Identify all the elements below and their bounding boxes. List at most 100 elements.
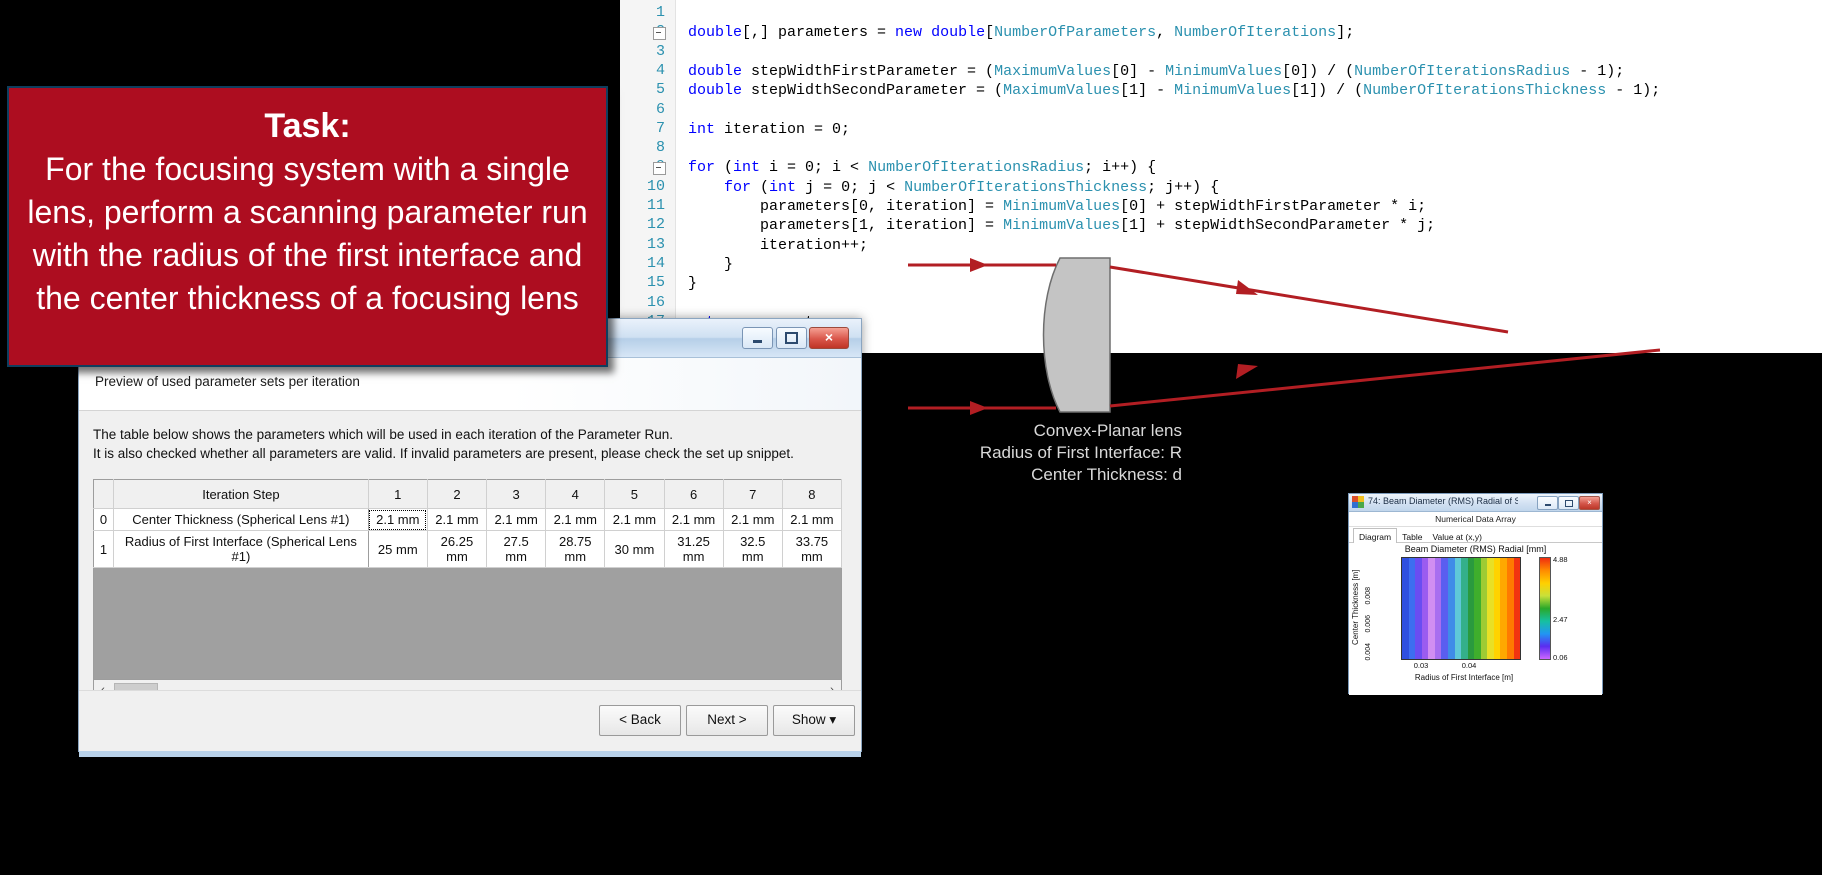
- parameter-value-cell[interactable]: 2.1 mm: [368, 509, 427, 531]
- table-header-row: Iteration Step 12345678: [94, 480, 842, 509]
- chart-close-button[interactable]: ×: [1579, 496, 1600, 510]
- parameter-value-cell[interactable]: 26.25 mm: [427, 531, 486, 568]
- parameter-value-cell[interactable]: 25 mm: [368, 531, 427, 568]
- parameter-value-cell[interactable]: 33.75 mm: [782, 531, 841, 568]
- code-fold-toggle[interactable]: [653, 162, 666, 175]
- line-number: 11: [647, 197, 665, 214]
- chart-title: Beam Diameter (RMS) Radial [mm]: [1349, 544, 1602, 554]
- code-line: for (int j = 0; j < NumberOfIterationsTh…: [688, 178, 1219, 197]
- table-body[interactable]: 0Center Thickness (Spherical Lens #1)2.1…: [94, 509, 842, 568]
- chart-maximize-button[interactable]: [1558, 496, 1579, 510]
- chart-minimize-button[interactable]: [1537, 496, 1558, 510]
- description-line-1: The table below shows the parameters whi…: [93, 425, 847, 444]
- line-number: 15: [647, 274, 665, 291]
- ray-out-upper: [1110, 267, 1508, 332]
- maximize-button[interactable]: [776, 327, 807, 349]
- colorbar-tick-label: 4.88: [1553, 555, 1568, 564]
- parameter-value-cell[interactable]: 2.1 mm: [427, 509, 486, 531]
- y-tick-label: 0.008: [1365, 587, 1389, 605]
- parameter-value-cell[interactable]: 2.1 mm: [605, 509, 664, 531]
- optics-caption-line1: Convex-Planar lens: [1034, 421, 1182, 440]
- code-line: int iteration = 0;: [688, 120, 850, 139]
- app-icon: [1352, 496, 1364, 508]
- minimize-button[interactable]: [742, 327, 773, 349]
- parameter-value-cell[interactable]: 2.1 mm: [546, 509, 605, 531]
- parameter-run-wizard-dialog[interactable]: × Preview of used parameter sets per ite…: [78, 318, 862, 752]
- line-number: 7: [656, 120, 665, 137]
- column-header[interactable]: 2: [427, 480, 486, 509]
- ray-arrow-lower-out: [1236, 364, 1258, 379]
- chart-window-title: 74: Beam Diameter (RMS) Radial of Spot S…: [1368, 496, 1518, 506]
- parameter-value-cell[interactable]: 32.5 mm: [723, 531, 782, 568]
- parameter-value-cell[interactable]: 2.1 mm: [487, 509, 546, 531]
- y-tick-label: 0.004: [1365, 643, 1389, 661]
- column-header[interactable]: 6: [664, 480, 723, 509]
- parameter-value-cell[interactable]: 27.5 mm: [487, 531, 546, 568]
- chart-window-title-bar[interactable]: 74: Beam Diameter (RMS) Radial of Spot S…: [1349, 494, 1602, 512]
- column-header[interactable]: 3: [487, 480, 546, 509]
- chart-tab-value-at-x-y[interactable]: Value at (x,y): [1427, 529, 1486, 543]
- parameter-value-cell[interactable]: 30 mm: [605, 531, 664, 568]
- chart-tab-diagram[interactable]: Diagram: [1353, 528, 1397, 544]
- parameter-value-cell[interactable]: 2.1 mm: [723, 509, 782, 531]
- code-line: }: [688, 255, 733, 274]
- close-icon: ×: [1580, 497, 1599, 508]
- code-line: parameters[1, iteration] = MinimumValues…: [688, 216, 1435, 235]
- back-button[interactable]: < Back: [599, 705, 681, 736]
- dialog-footer: < Back Next > Show ▾: [79, 690, 861, 751]
- column-header[interactable]: 7: [723, 480, 782, 509]
- table-empty-area: [93, 568, 842, 680]
- row-index[interactable]: 1: [94, 531, 114, 568]
- parameter-value-cell[interactable]: 2.1 mm: [782, 509, 841, 531]
- chart-window-subtitle: Numerical Data Array: [1349, 512, 1602, 527]
- optics-caption-line2: Radius of First Interface: R: [980, 443, 1182, 462]
- chart-tab-bar[interactable]: DiagramTableValue at (x,y): [1349, 527, 1602, 543]
- x-tick-label: 0.04: [1454, 661, 1484, 670]
- heatmap-plot: Beam Diameter (RMS) Radial [mm] Center T…: [1349, 543, 1602, 695]
- ray-arrow-lower-in: [970, 401, 988, 415]
- column-header[interactable]: 8: [782, 480, 841, 509]
- code-line: [688, 4, 697, 23]
- task-body-text: For the focusing system with a single le…: [9, 148, 606, 320]
- ray-arrow-upper-in: [970, 258, 988, 272]
- description-line-2: It is also checked whether all parameter…: [93, 444, 847, 463]
- code-line: }: [688, 274, 697, 293]
- row-index[interactable]: 0: [94, 509, 114, 531]
- dialog-header-label: Preview of used parameter sets per itera…: [95, 374, 360, 389]
- parameter-value-cell[interactable]: 2.1 mm: [664, 509, 723, 531]
- line-number: 16: [647, 294, 665, 311]
- close-button[interactable]: ×: [809, 327, 849, 349]
- numerical-data-array-window[interactable]: 74: Beam Diameter (RMS) Radial of Spot S…: [1348, 493, 1603, 694]
- parameter-value-cell[interactable]: 28.75 mm: [546, 531, 605, 568]
- column-header[interactable]: 1: [368, 480, 427, 509]
- show-button[interactable]: Show ▾: [773, 705, 855, 736]
- optics-ray-diagram: Convex-Planar lens Radius of First Inter…: [860, 240, 1822, 540]
- parameter-preview-table[interactable]: Iteration Step 12345678 0Center Thicknes…: [93, 479, 842, 568]
- dialog-bottom-strip: [79, 751, 861, 757]
- optics-caption-line3: Center Thickness: d: [1031, 465, 1182, 484]
- minimize-icon: [753, 340, 762, 343]
- column-header[interactable]: 4: [546, 480, 605, 509]
- code-fold-toggle[interactable]: [653, 27, 666, 40]
- line-number: 13: [647, 236, 665, 253]
- y-tick-label: 0.006: [1365, 615, 1389, 633]
- column-header[interactable]: 5: [605, 480, 664, 509]
- code-line: for (int i = 0; i < NumberOfIterationsRa…: [688, 158, 1156, 177]
- parameter-value-cell[interactable]: 31.25 mm: [664, 531, 723, 568]
- code-line: double stepWidthSecondParameter = (Maxim…: [688, 81, 1660, 100]
- table-row[interactable]: 1Radius of First Interface (Spherical Le…: [94, 531, 842, 568]
- parameter-name[interactable]: Center Thickness (Spherical Lens #1): [114, 509, 369, 531]
- heatmap-canvas: [1401, 557, 1521, 660]
- y-axis-label: Center Thickness [m]: [1351, 557, 1362, 658]
- chart-tab-table[interactable]: Table: [1397, 529, 1427, 543]
- minimize-icon: [1545, 504, 1551, 506]
- maximize-icon: [1565, 500, 1573, 507]
- next-button[interactable]: Next >: [686, 705, 768, 736]
- ray-arrow-upper-out: [1236, 280, 1258, 295]
- corner-cell: [94, 480, 114, 509]
- parameter-name[interactable]: Radius of First Interface (Spherical Len…: [114, 531, 369, 568]
- code-line: iteration++;: [688, 236, 868, 255]
- colorbar: [1539, 557, 1551, 660]
- maximize-icon: [785, 332, 798, 344]
- table-row[interactable]: 0Center Thickness (Spherical Lens #1)2.1…: [94, 509, 842, 531]
